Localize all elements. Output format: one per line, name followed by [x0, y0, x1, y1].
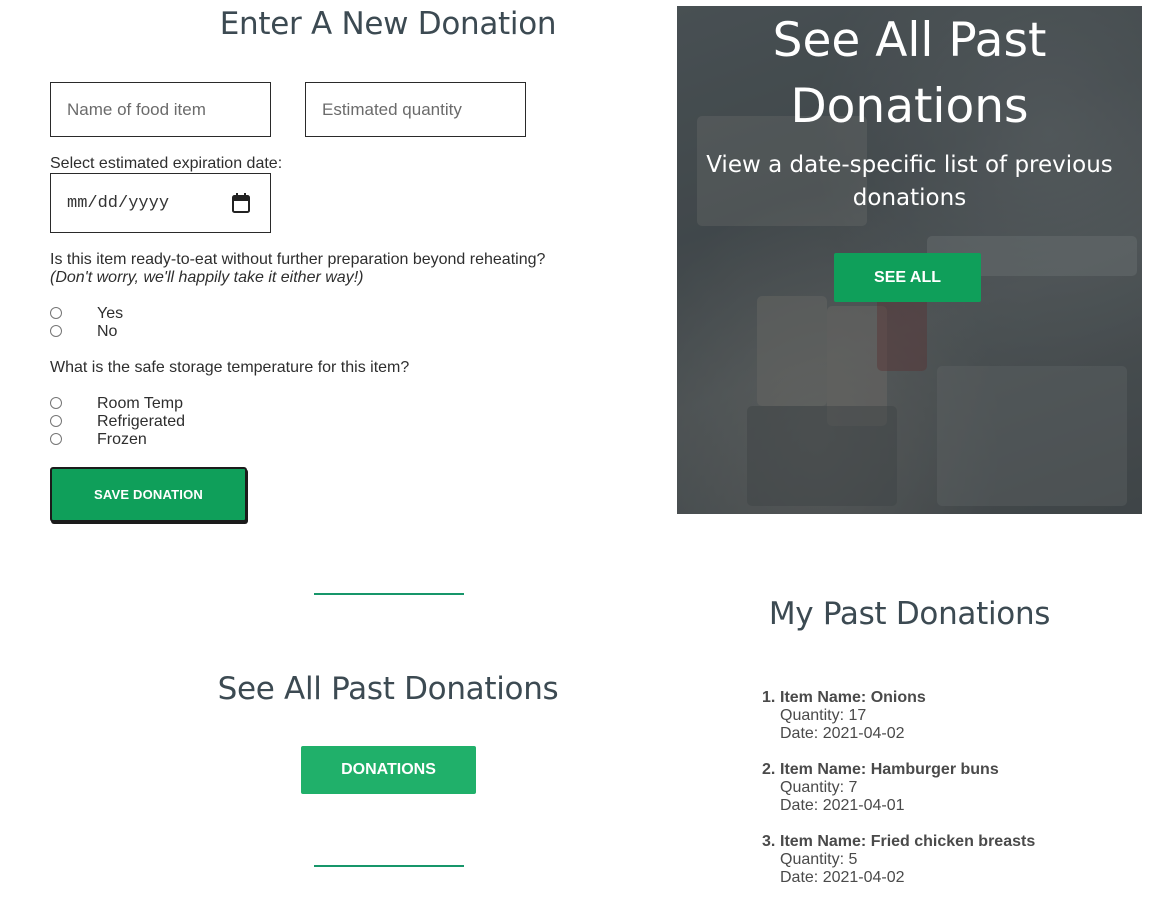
calendar-icon[interactable] — [232, 193, 250, 213]
item-date: Date: 2021-04-01 — [780, 797, 905, 814]
divider — [314, 593, 464, 595]
item-number: 2. — [762, 761, 776, 778]
item-number: 1. — [762, 689, 776, 706]
radio-option-no[interactable]: No — [50, 323, 350, 341]
item-date: Date: 2021-04-02 — [780, 725, 905, 742]
radio-button[interactable] — [50, 397, 62, 409]
item-date: Date: 2021-04-02 — [780, 869, 905, 886]
divider — [314, 865, 464, 867]
radio-option-refrigerated[interactable]: Refrigerated — [50, 413, 350, 431]
radio-button[interactable] — [50, 307, 62, 319]
list-item: 3. Item Name: Fried chicken breasts Quan… — [762, 833, 1035, 887]
quantity-input[interactable] — [305, 82, 526, 137]
date-placeholder: mm/dd/yyyy — [67, 194, 170, 213]
past-donations-hero-card: See All Past Donations View a date-speci… — [677, 6, 1142, 514]
ready-to-eat-question: Is this item ready-to-eat without furthe… — [50, 251, 546, 268]
radio-label: Refrigerated — [97, 413, 186, 430]
past-donations-list: 1. Item Name: Onions Quantity: 17 Date: … — [762, 689, 1035, 903]
page: Enter A New Donation Select estimated ex… — [0, 0, 1152, 903]
radio-button[interactable] — [50, 325, 62, 337]
item-name: Item Name: Onions — [780, 689, 926, 706]
hero-subtitle: View a date-specific list of previous do… — [706, 152, 1113, 211]
item-quantity: Quantity: 7 — [780, 779, 858, 796]
radio-label: Room Temp — [97, 395, 183, 412]
expiration-date-input[interactable]: mm/dd/yyyy — [50, 173, 271, 233]
item-name: Item Name: Fried chicken breasts — [780, 833, 1036, 850]
storage-temp-question: What is the safe storage temperature for… — [50, 359, 410, 376]
donations-button[interactable]: DONATIONS — [301, 746, 476, 794]
expiration-date-label: Select estimated expiration date: — [50, 155, 283, 172]
see-all-button[interactable]: SEE ALL — [834, 253, 981, 302]
item-name: Item Name: Hamburger buns — [780, 761, 999, 778]
past-donations-section-title: See All Past Donations — [217, 671, 559, 707]
list-item: 1. Item Name: Onions Quantity: 17 Date: … — [762, 689, 1035, 743]
list-item: 2. Item Name: Hamburger buns Quantity: 7… — [762, 761, 1035, 815]
ready-to-eat-note: (Don't worry, we'll happily take it eith… — [50, 269, 364, 286]
radio-button[interactable] — [50, 433, 62, 445]
radio-label: No — [97, 323, 118, 340]
my-past-donations-title: My Past Donations — [768, 596, 1051, 632]
radio-label: Yes — [97, 305, 124, 322]
hero-title: See All Past Donations — [772, 13, 1047, 134]
item-quantity: Quantity: 5 — [780, 851, 858, 868]
item-quantity: Quantity: 17 — [780, 707, 867, 724]
item-number: 3. — [762, 833, 776, 850]
food-name-input[interactable] — [50, 82, 271, 137]
radio-option-yes[interactable]: Yes — [50, 305, 350, 323]
radio-label: Frozen — [97, 431, 147, 448]
form-title: Enter A New Donation — [219, 6, 557, 42]
radio-button[interactable] — [50, 415, 62, 427]
save-donation-button[interactable]: SAVE DONATION — [50, 467, 247, 522]
radio-option-frozen[interactable]: Frozen — [50, 431, 350, 449]
radio-option-room-temp[interactable]: Room Temp — [50, 395, 350, 413]
